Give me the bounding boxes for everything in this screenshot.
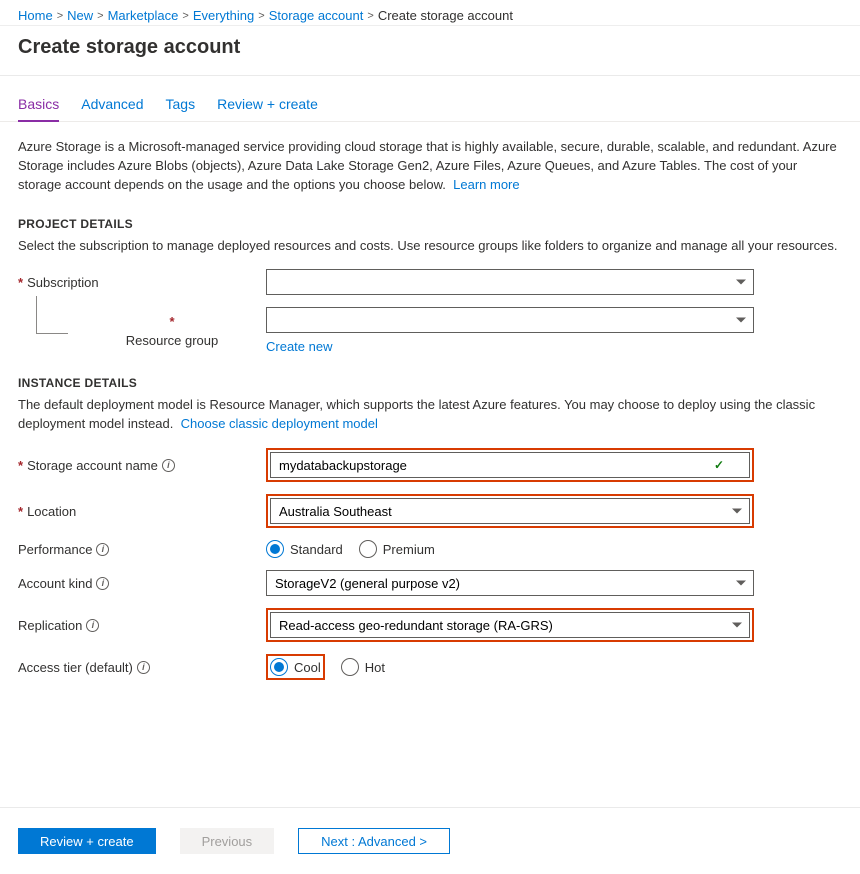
chevron-right-icon: > [97,10,103,22]
chevron-right-icon: > [57,10,63,22]
replication-select[interactable] [270,612,750,638]
access-tier-cool-radio[interactable]: Cool [270,658,321,676]
tree-indent [36,296,68,334]
tabs: Basics Advanced Tags Review + create [0,76,860,122]
breadcrumb-everything[interactable]: Everything [193,8,254,23]
performance-standard-radio[interactable]: Standard [266,540,343,558]
location-highlight [266,494,754,528]
review-create-button[interactable]: Review + create [18,828,156,854]
breadcrumb: Home> New> Marketplace> Everything> Stor… [0,0,860,26]
resource-group-label: *Resource group [78,314,266,348]
resource-group-select[interactable] [266,307,754,333]
tab-basics[interactable]: Basics [18,96,59,122]
tab-review-create[interactable]: Review + create [217,96,318,121]
section-desc-instance: The default deployment model is Resource… [18,396,842,434]
replication-highlight [266,608,754,642]
info-icon[interactable]: i [96,577,109,590]
account-kind-label: Account kind i [18,576,266,591]
access-tier-label: Access tier (default) i [18,660,266,675]
tab-advanced[interactable]: Advanced [81,96,143,121]
chevron-right-icon: > [182,10,188,22]
info-icon[interactable]: i [96,543,109,556]
subscription-select[interactable] [266,269,754,295]
performance-premium-radio[interactable]: Premium [359,540,435,558]
create-new-link[interactable]: Create new [266,339,754,354]
info-icon[interactable]: i [162,459,175,472]
breadcrumb-home[interactable]: Home [18,8,53,23]
learn-more-link[interactable]: Learn more [453,177,519,192]
access-tier-cool-highlight: Cool [266,654,325,680]
breadcrumb-marketplace[interactable]: Marketplace [108,8,179,23]
valid-check-icon: ✓ [714,458,724,472]
footer: Review + create Previous Next : Advanced… [0,807,860,874]
page-title: Create storage account [0,26,860,75]
breadcrumb-new[interactable]: New [67,8,93,23]
breadcrumb-storage-account[interactable]: Storage account [269,8,364,23]
access-tier-hot-radio[interactable]: Hot [341,658,385,676]
storage-name-highlight: ✓ [266,448,754,482]
chevron-right-icon: > [367,10,373,22]
breadcrumb-current: Create storage account [378,8,513,23]
location-label: *Location [18,504,266,519]
replication-label: Replication i [18,618,266,633]
chevron-right-icon: > [258,10,264,22]
info-icon[interactable]: i [86,619,99,632]
section-header-project: PROJECT DETAILS [18,217,842,231]
classic-deployment-link[interactable]: Choose classic deployment model [181,416,378,431]
location-select[interactable] [270,498,750,524]
account-kind-select[interactable] [266,570,754,596]
performance-label: Performance i [18,542,266,557]
next-advanced-button[interactable]: Next : Advanced > [298,828,450,854]
info-icon[interactable]: i [137,661,150,674]
subscription-label: *Subscription [18,275,266,290]
previous-button: Previous [180,828,275,854]
section-header-instance: INSTANCE DETAILS [18,376,842,390]
section-desc-project: Select the subscription to manage deploy… [18,237,842,256]
intro-text: Azure Storage is a Microsoft-managed ser… [18,138,842,195]
tab-tags[interactable]: Tags [166,96,196,121]
storage-name-input[interactable] [270,452,750,478]
storage-name-label: *Storage account name i [18,458,266,473]
